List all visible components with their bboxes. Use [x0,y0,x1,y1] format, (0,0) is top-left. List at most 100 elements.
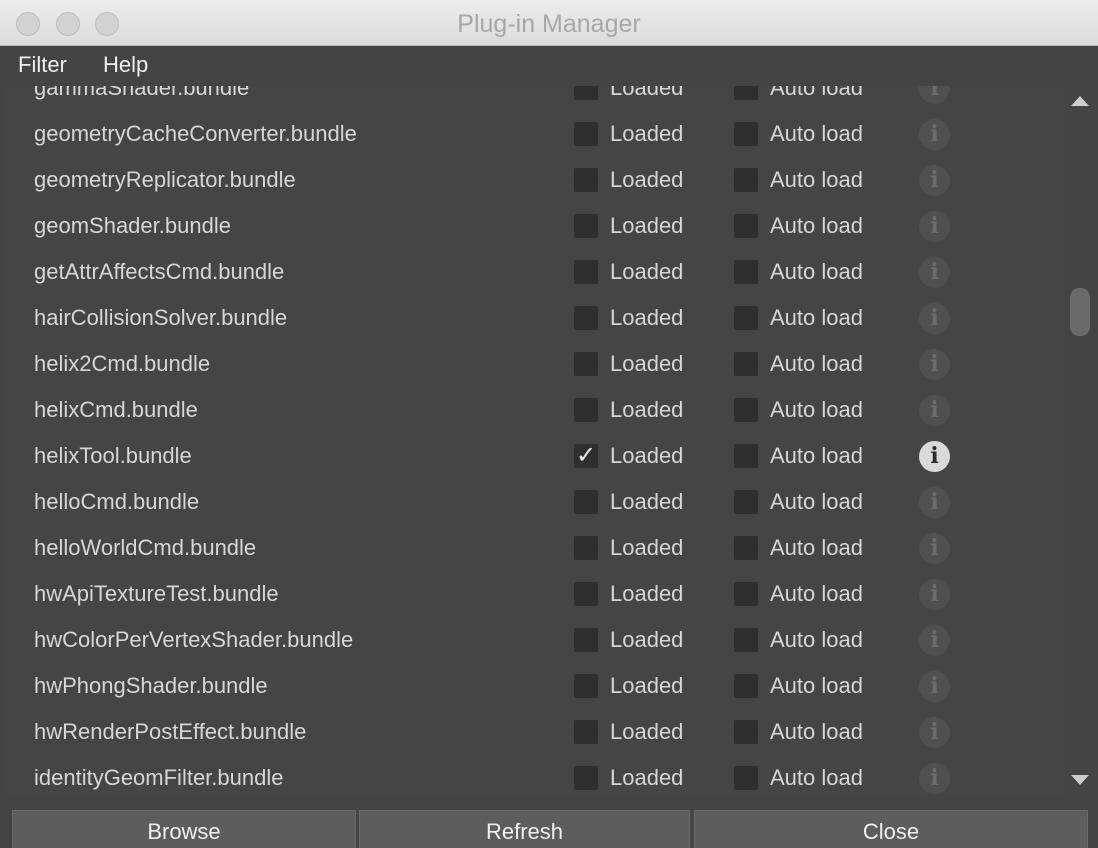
auto-load-checkbox[interactable] [734,766,758,790]
loaded-checkbox[interactable] [574,720,598,744]
loaded-checkbox[interactable] [574,122,598,146]
auto-load-checkbox[interactable] [734,214,758,238]
plugin-row: hwRenderPostEffect.bundle Loaded Auto load… [4,710,1064,756]
loaded-label: Loaded [610,167,684,192]
loaded-label: Loaded [610,673,684,698]
plugin-name: getAttrAffectsCmd.bundle [34,259,285,284]
info-icon[interactable]: i [919,441,950,472]
loaded-checkbox[interactable] [574,536,598,560]
loaded-checkbox[interactable]: ✓ [574,441,598,469]
loaded-label: Loaded [610,213,684,238]
info-icon[interactable]: i [919,717,950,748]
loaded-checkbox[interactable] [574,306,598,330]
loaded-label: Loaded [610,86,684,100]
plugin-name: hwColorPerVertexShader.bundle [34,627,354,652]
loaded-label: Loaded [610,765,684,790]
info-icon[interactable]: i [919,86,950,104]
plugin-row: helixTool.bundle ✓ Loaded Auto load i [4,434,1064,480]
info-icon[interactable]: i [919,487,950,518]
loaded-label: Loaded [610,443,684,468]
info-icon[interactable]: i [919,119,950,150]
button-bar: Browse Refresh Close [0,796,1098,848]
loaded-checkbox[interactable] [574,352,598,376]
auto-load-label: Auto load [770,673,863,698]
info-icon[interactable]: i [919,579,950,610]
loaded-label: Loaded [610,535,684,560]
info-icon[interactable]: i [919,303,950,334]
plugin-row: hairCollisionSolver.bundle Loaded Auto loa… [4,296,1064,342]
info-icon[interactable]: i [919,211,950,242]
loaded-checkbox[interactable] [574,168,598,192]
info-icon[interactable]: i [919,763,950,794]
loaded-checkbox[interactable] [574,674,598,698]
auto-load-checkbox[interactable] [734,582,758,606]
loaded-checkbox[interactable] [574,214,598,238]
plugin-name: hairCollisionSolver.bundle [34,305,288,330]
auto-load-checkbox[interactable] [734,260,758,284]
auto-load-checkbox[interactable] [734,352,758,376]
loaded-checkbox[interactable] [574,260,598,284]
auto-load-checkbox[interactable] [734,444,758,468]
auto-load-checkbox[interactable] [734,306,758,330]
auto-load-checkbox[interactable] [734,536,758,560]
auto-load-checkbox[interactable] [734,168,758,192]
auto-load-label: Auto load [770,765,863,790]
info-icon[interactable]: i [919,257,950,288]
auto-load-label: Auto load [770,121,863,146]
loaded-checkbox[interactable] [574,628,598,652]
menu-help[interactable]: Help [103,52,148,78]
loaded-label: Loaded [610,259,684,284]
plugin-name: hwRenderPostEffect.bundle [34,719,307,744]
auto-load-checkbox[interactable] [734,674,758,698]
auto-load-checkbox[interactable] [734,398,758,422]
plugin-row: helloWorldCmd.bundle Loaded Auto load i [4,526,1064,572]
window-title: Plug-in Manager [457,10,641,38]
plugin-name: geometryReplicator.bundle [34,167,296,192]
auto-load-checkbox[interactable] [734,86,758,100]
scroll-thumb[interactable] [1070,288,1090,337]
triangle-up-icon[interactable] [1071,96,1089,106]
auto-load-checkbox[interactable] [734,628,758,652]
refresh-button[interactable]: Refresh [359,810,690,848]
auto-load-label: Auto load [770,305,863,330]
plugin-name: helixCmd.bundle [34,397,198,422]
close-button[interactable]: Close [694,810,1088,848]
loaded-checkbox[interactable] [574,398,598,422]
auto-load-label: Auto load [770,627,863,652]
info-icon[interactable]: i [919,625,950,656]
menu-filter[interactable]: Filter [18,52,67,78]
auto-load-checkbox[interactable] [734,122,758,146]
plugin-name: helloWorldCmd.bundle [34,535,257,560]
info-icon[interactable]: i [919,533,950,564]
info-icon[interactable]: i [919,349,950,380]
checkmark-icon: ✓ [576,441,597,469]
browse-button[interactable]: Browse [12,810,356,848]
info-icon[interactable]: i [919,671,950,702]
triangle-down-icon[interactable] [1071,775,1089,785]
plugin-row: hwColorPerVertexShader.bundle Loaded Auto … [4,618,1064,664]
loaded-checkbox[interactable] [574,582,598,606]
auto-load-label: Auto load [770,397,863,422]
loaded-checkbox[interactable] [574,490,598,514]
loaded-label: Loaded [610,121,684,146]
auto-load-checkbox[interactable] [734,720,758,744]
auto-load-label: Auto load [770,351,863,376]
plugin-row: gammaShader.bundle Loaded Auto load i [4,86,1064,112]
auto-load-checkbox[interactable] [734,490,758,514]
auto-load-label: Auto load [770,719,863,744]
info-icon[interactable]: i [919,395,950,426]
auto-load-label: Auto load [770,581,863,606]
info-icon[interactable]: i [919,165,950,196]
auto-load-label: Auto load [770,443,863,468]
loaded-checkbox[interactable] [574,86,598,100]
auto-load-label: Auto load [770,213,863,238]
auto-load-label: Auto load [770,86,863,100]
title-bar: Plug-in Manager [0,0,1098,46]
vertical-scrollbar[interactable] [1066,86,1094,796]
plugin-name: helixTool.bundle [34,443,192,468]
loaded-checkbox[interactable] [574,766,598,790]
loaded-label: Loaded [610,489,684,514]
plugin-row: helixCmd.bundle Loaded Auto load i [4,388,1064,434]
plugin-name: geomShader.bundle [34,213,231,238]
loaded-label: Loaded [610,305,684,330]
